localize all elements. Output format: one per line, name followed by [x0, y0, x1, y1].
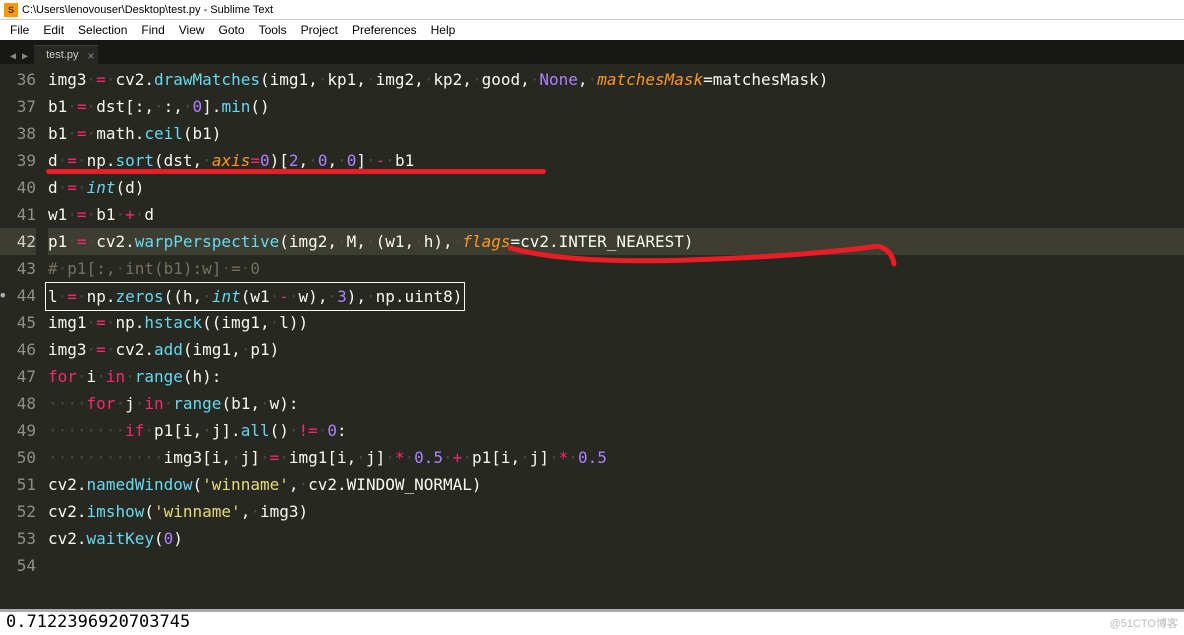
line-38[interactable]: b1·=·math.ceil(b1)	[48, 120, 1184, 147]
window-title: C:\Users\lenovouser\Desktop\test.py - Su…	[22, 4, 273, 16]
status-text: 0.7122396920703745	[6, 612, 190, 632]
line-44[interactable]: l·=·np.zeros((h,·int(w1·-·w),·3),·np.uin…	[48, 282, 1184, 309]
menu-goto[interactable]: Goto	[213, 23, 251, 37]
menu-file[interactable]: File	[4, 23, 35, 37]
line-52[interactable]: cv2.imshow('winname',·img3)	[48, 498, 1184, 525]
annotation-underline-1	[46, 169, 546, 174]
gutter: 36373839404142434445464748495051525354	[0, 64, 48, 608]
menu-preferences[interactable]: Preferences	[346, 23, 423, 37]
menu-edit[interactable]: Edit	[37, 23, 70, 37]
menu-view[interactable]: View	[173, 23, 211, 37]
editor[interactable]: 36373839404142434445464748495051525354 i…	[0, 64, 1184, 608]
line-50[interactable]: ············img3[i,·j]·=·img1[i,·j]·*·0.…	[48, 444, 1184, 471]
line-49[interactable]: ········if·p1[i,·j].all()·!=·0:	[48, 417, 1184, 444]
line-51[interactable]: cv2.namedWindow('winname',·cv2.WINDOW_NO…	[48, 471, 1184, 498]
close-icon[interactable]: ×	[87, 50, 94, 62]
tab-label: test.py	[46, 49, 78, 61]
menu-tools[interactable]: Tools	[253, 23, 293, 37]
statusbar: 0.7122396920703745	[0, 609, 1184, 635]
line-37[interactable]: b1·=·dst[:,·:,·0].min()	[48, 93, 1184, 120]
menu-find[interactable]: Find	[135, 23, 170, 37]
tabbar: ◀ ▶ test.py ×	[0, 40, 1184, 64]
line-46[interactable]: img3·=·cv2.add(img1,·p1)	[48, 336, 1184, 363]
code-area[interactable]: img3·=·cv2.drawMatches(img1,·kp1,·img2,·…	[48, 64, 1184, 608]
tab-testpy[interactable]: test.py ×	[34, 45, 98, 64]
line-41[interactable]: w1·=·b1·+·d	[48, 201, 1184, 228]
menu-selection[interactable]: Selection	[72, 23, 133, 37]
titlebar: S C:\Users\lenovouser\Desktop\test.py - …	[0, 0, 1184, 20]
nav-arrows[interactable]: ◀ ▶	[4, 49, 34, 64]
annotation-underline-2	[508, 244, 898, 272]
line-48[interactable]: ····for·j·in·range(b1,·w):	[48, 390, 1184, 417]
line-53[interactable]: cv2.waitKey(0)	[48, 525, 1184, 552]
line-36[interactable]: img3·=·cv2.drawMatches(img1,·kp1,·img2,·…	[48, 66, 1184, 93]
watermark: @51CTO博客	[1110, 615, 1178, 631]
menu-project[interactable]: Project	[295, 23, 344, 37]
app-icon: S	[4, 3, 18, 17]
line-54[interactable]	[48, 552, 1184, 579]
line-47[interactable]: for·i·in·range(h):	[48, 363, 1184, 390]
line-45[interactable]: img1·=·np.hstack((img1,·l))	[48, 309, 1184, 336]
menu-help[interactable]: Help	[425, 23, 462, 37]
line-40[interactable]: d·=·int(d)	[48, 174, 1184, 201]
menubar: File Edit Selection Find View Goto Tools…	[0, 20, 1184, 40]
